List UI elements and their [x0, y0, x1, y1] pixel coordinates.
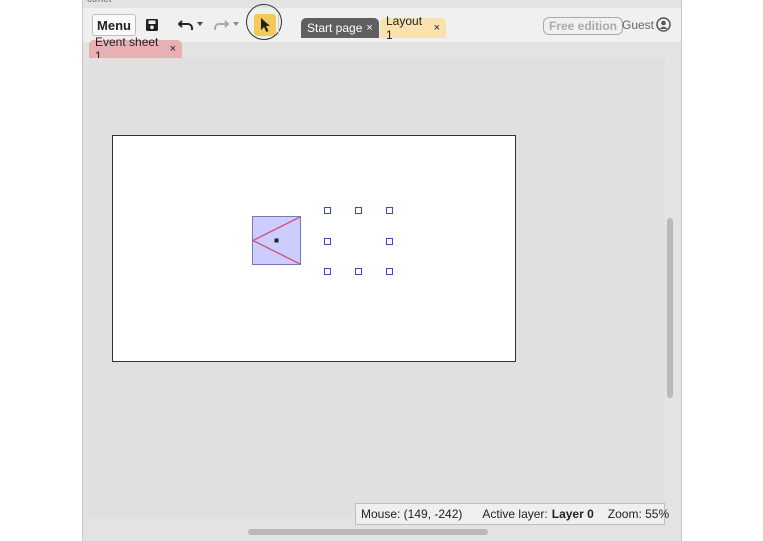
toolbar: Menu Start page × Layout 1 × Free editio… — [83, 4, 681, 42]
active-layer-value: Layer 0 — [551, 507, 594, 521]
tab-event-sheet-1-close-icon[interactable]: × — [170, 43, 176, 55]
status-bar: Mouse: (149, -242) Active layer: Layer 0… — [355, 503, 669, 525]
resize-handle-left[interactable] — [324, 238, 331, 245]
undo-icon[interactable] — [177, 18, 195, 32]
select-tool-icon — [261, 18, 270, 32]
vertical-scrollbar[interactable] — [667, 218, 673, 398]
resize-handle-top[interactable] — [355, 207, 362, 214]
sprite-image — [252, 216, 301, 265]
tab-start-page-close-icon[interactable]: × — [366, 22, 372, 34]
layout-canvas[interactable] — [112, 135, 516, 362]
resize-handle-bottom-right[interactable] — [386, 268, 393, 275]
tab-start-page-label: Start page — [307, 21, 363, 35]
guest-label[interactable]: Guest — [622, 18, 654, 32]
tab-event-sheet-1[interactable]: Event sheet 1 × — [89, 35, 182, 63]
mouse-position: Mouse: (149, -242) — [361, 507, 463, 521]
free-edition-badge[interactable]: Free edition — [543, 17, 624, 35]
zoom-level: Zoom: 55% — [607, 507, 670, 521]
active-layer-label: Active layer: — [482, 507, 548, 521]
redo-dropdown-icon[interactable] — [232, 21, 240, 27]
resize-handle-bottom[interactable] — [355, 268, 362, 275]
window-title: ctmet — [87, 0, 111, 5]
horizontal-scrollbar[interactable] — [248, 529, 488, 535]
tab-start-page[interactable]: Start page × — [301, 18, 379, 38]
select-tool-button[interactable] — [254, 14, 276, 36]
undo-dropdown-icon[interactable] — [196, 21, 204, 27]
user-icon[interactable] — [656, 17, 671, 35]
save-icon[interactable] — [144, 17, 160, 33]
resize-handle-right[interactable] — [386, 238, 393, 245]
tab-layout-1-label: Layout 1 — [386, 14, 423, 42]
toolbar-divider — [278, 15, 279, 35]
resize-handle-bottom-left[interactable] — [324, 268, 331, 275]
tab-layout-1-close-icon[interactable]: × — [434, 22, 440, 34]
sprite-object[interactable] — [252, 216, 301, 265]
redo-icon[interactable] — [212, 18, 230, 32]
tab-layout-1[interactable]: Layout 1 × — [380, 14, 446, 42]
resize-handle-top-left[interactable] — [324, 207, 331, 214]
menu-button[interactable]: Menu — [92, 14, 136, 36]
resize-handle-top-right[interactable] — [386, 207, 393, 214]
